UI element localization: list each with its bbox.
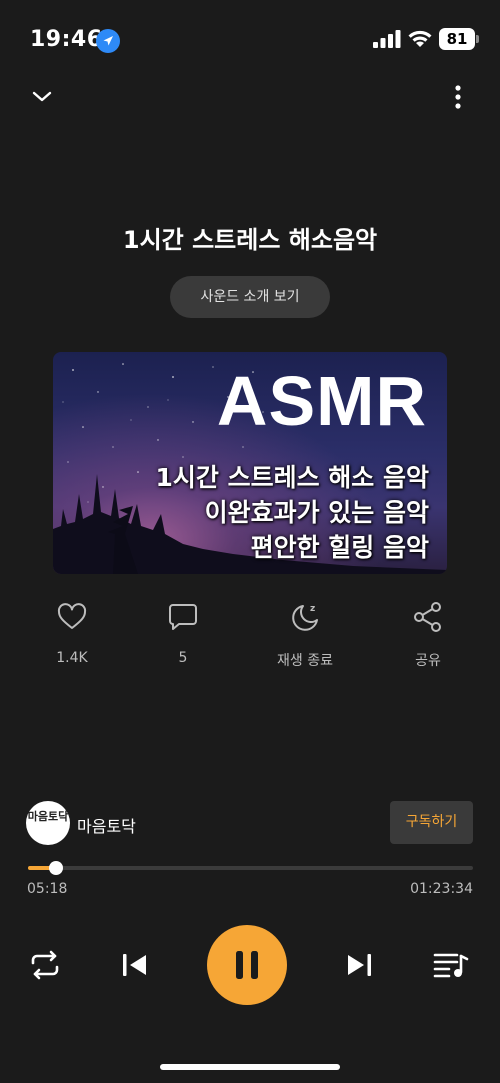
heart-icon xyxy=(57,603,87,629)
thumbnail-caption-line: 편안한 힐링 음악 xyxy=(250,533,429,562)
comment-count: 5 xyxy=(178,650,188,666)
cellular-signal-icon xyxy=(373,30,401,48)
total-time: 01:23:34 xyxy=(410,881,473,897)
comment-icon xyxy=(169,604,197,630)
status-time: 19:46 xyxy=(30,27,103,52)
channel-name[interactable]: 마음토닥 xyxy=(77,813,136,837)
comment-button[interactable]: 5 xyxy=(138,600,228,666)
pause-icon xyxy=(236,951,258,979)
like-count: 1.4K xyxy=(56,650,88,666)
sleep-timer-button[interactable]: z 재생 종료 xyxy=(260,600,350,670)
location-arrow-icon xyxy=(96,29,120,53)
elapsed-time: 05:18 xyxy=(27,881,68,897)
svg-text:z: z xyxy=(310,604,315,614)
like-button[interactable]: 1.4K xyxy=(27,600,117,666)
sleep-timer-label: 재생 종료 xyxy=(277,653,333,669)
next-track-icon[interactable] xyxy=(344,951,374,979)
status-bar: 19:46 81 xyxy=(0,0,500,80)
track-title: 1시간 스트레스 해소음악 xyxy=(122,226,378,254)
progress-handle[interactable] xyxy=(49,861,64,875)
sound-intro-button[interactable]: 사운드 소개 보기 xyxy=(170,276,330,318)
more-options-icon[interactable] xyxy=(446,82,470,112)
subscribe-button[interactable]: 구독하기 xyxy=(390,801,473,844)
playlist-icon[interactable] xyxy=(433,950,469,980)
thumbnail-title-text: ASMR xyxy=(216,362,427,440)
share-button[interactable]: 공유 xyxy=(383,600,473,670)
share-label: 공유 xyxy=(415,653,441,669)
thumbnail-caption-line: 이완효과가 있는 음악 xyxy=(204,498,429,527)
channel-avatar[interactable]: 마음토닥 xyxy=(26,801,70,845)
moon-icon: z xyxy=(292,604,318,631)
repeat-icon[interactable] xyxy=(28,948,62,982)
home-indicator xyxy=(160,1064,340,1070)
thumbnail-caption-line: 1시간 스트레스 해소 음악 xyxy=(155,463,429,492)
wifi-icon xyxy=(408,30,432,47)
progress-bar[interactable] xyxy=(28,861,473,875)
previous-track-icon[interactable] xyxy=(120,951,150,979)
battery-indicator: 81 xyxy=(439,28,479,50)
collapse-chevron-icon[interactable] xyxy=(28,84,56,108)
pause-button[interactable] xyxy=(207,925,287,1005)
track-thumbnail: ASMR 1시간 스트레스 해소 음악 이완효과가 있는 음악 편안한 힐링 음… xyxy=(53,352,447,574)
share-icon xyxy=(414,602,441,632)
